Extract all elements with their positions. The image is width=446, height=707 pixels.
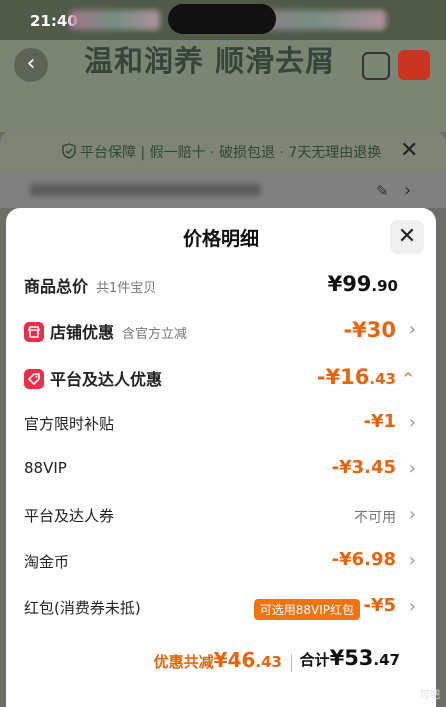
- value-decimal: .43: [369, 370, 396, 388]
- chevron-right-icon[interactable]: ›: [409, 412, 416, 433]
- chevron-right-icon[interactable]: ›: [409, 550, 416, 571]
- row-value: -¥30: [343, 318, 396, 342]
- value-decimal: .90: [371, 277, 398, 295]
- guarantee-text: 平台保障 | 假一赔十 · 破损包退 · 7天无理由退换: [80, 145, 382, 161]
- close-icon[interactable]: ✕: [390, 220, 424, 254]
- chevron-right-icon[interactable]: ›: [409, 596, 416, 617]
- cart-icon[interactable]: [398, 50, 430, 80]
- back-icon[interactable]: ‹: [14, 48, 48, 82]
- chevron-right-icon[interactable]: ›: [409, 319, 416, 340]
- coupon-tag-icon: [24, 369, 44, 389]
- chevron-right-icon[interactable]: ›: [409, 504, 416, 525]
- shield-icon: [62, 143, 76, 159]
- row-label: 淘金币: [24, 553, 70, 571]
- close-icon[interactable]: ✕: [400, 138, 418, 163]
- chevron-right-icon[interactable]: ›: [409, 458, 416, 479]
- total-label: 合计: [299, 651, 330, 669]
- row-label: 红包(消费券未抵): [24, 599, 141, 617]
- total-saved: 优惠共减¥46.43: [154, 648, 282, 672]
- saved-decimal: .43: [255, 653, 282, 671]
- row-label-text: 商品总价: [24, 277, 89, 296]
- row-label-text: 平台及达人优惠: [50, 370, 163, 389]
- 88vip-redpacket-badge[interactable]: 可选用88VIP红包: [253, 599, 360, 620]
- share-icon[interactable]: [362, 52, 390, 80]
- blurred-notification: [70, 10, 160, 30]
- price-detail-sheet: 价格明细 ✕ 商品总价 共1件宝贝 ¥99.90 店铺优惠 含官方立减 -¥30 ›…: [6, 208, 436, 707]
- row-label: 平台及达人券: [24, 507, 115, 525]
- saved-label: 优惠共减: [153, 653, 214, 671]
- edit-icon[interactable]: ✎: [376, 182, 389, 200]
- row-value: 不可用: [354, 510, 396, 526]
- row-value: -¥3.45: [331, 457, 396, 478]
- watermark: 可吧: [420, 690, 440, 701]
- row-platform-discount[interactable]: 平台及达人优惠 -¥16.43 ^: [6, 363, 436, 393]
- chevron-right-icon[interactable]: ›: [404, 180, 411, 201]
- row-value: ¥99.90: [328, 272, 398, 296]
- divider: [291, 654, 292, 672]
- saved-main: ¥46: [213, 648, 256, 672]
- row-label-text: 店铺优惠: [50, 323, 115, 342]
- price-summary: 优惠共减¥46.43 合计¥53.47: [6, 644, 436, 678]
- row-88vip[interactable]: 88VIP -¥3.45 ›: [6, 455, 436, 485]
- row-sub: 共1件宝贝: [96, 281, 157, 296]
- total-main: ¥53: [329, 646, 374, 670]
- row-red-packet[interactable]: 红包(消费券未抵) 可选用88VIP红包 -¥5 ›: [6, 593, 436, 623]
- row-platform-coupon[interactable]: 平台及达人券 不可用 ›: [6, 501, 436, 531]
- row-store-discount[interactable]: 店铺优惠 含官方立减 -¥30 ›: [6, 316, 436, 346]
- banner-title: 温和润养 顺滑去屑: [84, 44, 336, 78]
- row-label: 官方限时补贴: [24, 415, 115, 433]
- row-official-subsidy[interactable]: 官方限时补贴 -¥1 ›: [6, 409, 436, 439]
- row-value: -¥1: [363, 411, 396, 432]
- value-main: -¥30: [343, 318, 396, 342]
- chevron-up-icon[interactable]: ^: [402, 371, 414, 387]
- store-icon: [24, 322, 44, 342]
- row-label: 88VIP: [24, 459, 67, 477]
- row-taojinbi[interactable]: 淘金币 -¥6.98 ›: [6, 547, 436, 577]
- value-main: -¥16: [316, 365, 370, 389]
- row-label: 平台及达人优惠: [24, 366, 162, 390]
- camera-notch: [168, 4, 276, 34]
- row-label: 商品总价 共1件宝贝: [24, 273, 156, 297]
- row-label: 店铺优惠 含官方立减: [24, 319, 187, 343]
- row-value: -¥5: [363, 595, 396, 616]
- row-total-price: 商品总价 共1件宝贝 ¥99.90: [6, 270, 436, 300]
- grand-total: 合计¥53.47: [300, 646, 400, 670]
- row-value: -¥6.98: [331, 549, 396, 570]
- total-decimal: .47: [373, 651, 400, 669]
- blurred-address: [30, 184, 260, 196]
- row-sub: 含官方立减: [122, 327, 188, 342]
- row-value: -¥16.43: [317, 365, 396, 389]
- value-main: ¥99: [327, 272, 372, 296]
- sheet-title: 价格明细: [182, 228, 259, 250]
